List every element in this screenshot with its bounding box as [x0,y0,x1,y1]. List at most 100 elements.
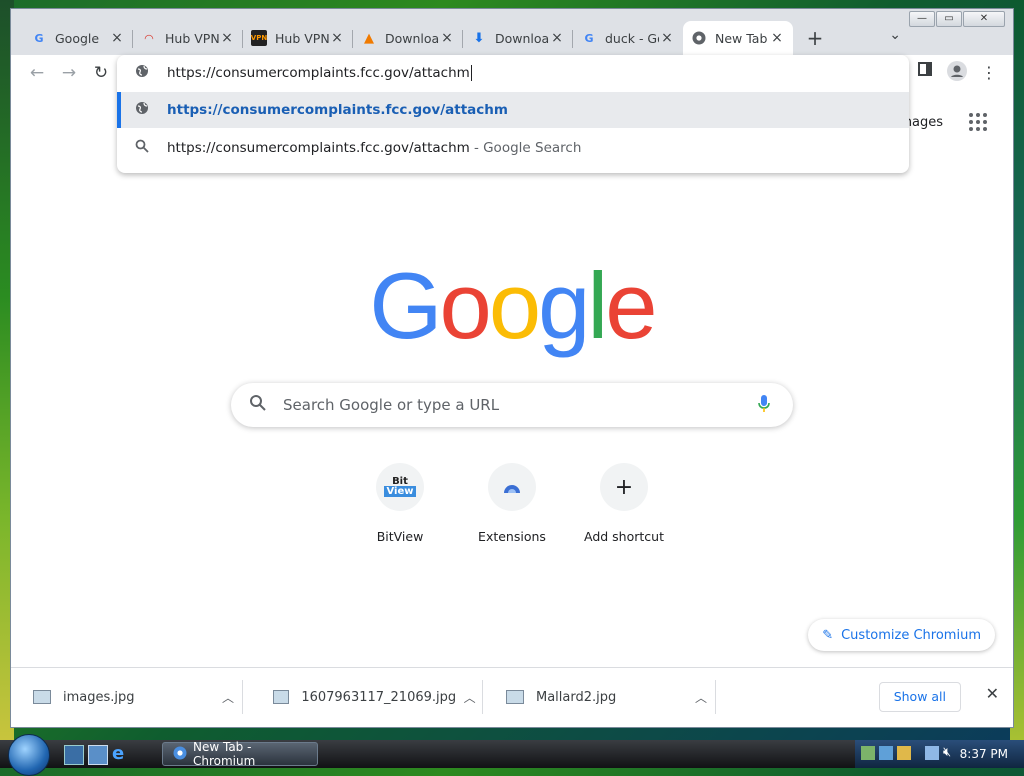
show-all-button[interactable]: Show all [878,682,961,712]
tab-duck[interactable]: G duck - Go × [573,21,683,55]
network-icon[interactable] [925,746,939,760]
separator [482,680,483,714]
globe-icon [117,101,167,119]
clock[interactable]: 8:37 PM [960,747,1008,761]
suggestion-text: https://consumercomplaints.fcc.gov/attac… [167,140,470,156]
customize-label: Customize Chromium [841,627,981,643]
tray-app-icon[interactable] [861,746,875,760]
search-box[interactable]: Search Google or type a URL [231,383,793,427]
taskbar-chromium-button[interactable]: New Tab - Chromium [162,740,318,768]
microphone-icon[interactable] [757,394,771,418]
separator [242,680,243,714]
shortcut-label: Add shortcut [584,529,664,544]
new-tab-button[interactable]: + [801,24,829,52]
google-logo: Google [11,259,1013,353]
tab-title: Hub VPN [275,30,329,46]
tab-strip: G Google × ◠ Hub VPN × VPN Hub VPN × ▲ D… [23,21,829,55]
start-button[interactable] [8,734,50,776]
tab-title: Hub VPN [165,30,219,46]
chevron-up-icon[interactable]: ︿ [686,689,716,706]
close-tab-icon[interactable]: × [659,30,675,46]
download-filename: Mallard2.jpg [536,689,617,705]
vlc-icon: ▲ [364,30,374,46]
chevron-up-icon[interactable]: ︿ [456,689,483,706]
logo-letter: o [488,253,541,358]
window-controls: — ▭ ✕ [909,11,1005,27]
side-panel-icon[interactable] [913,61,937,85]
maximize-button[interactable]: ▭ [936,11,962,27]
profile-avatar[interactable] [945,61,969,85]
show-desktop-icon[interactable] [64,745,84,765]
suggestion-url[interactable]: https://consumercomplaints.fcc.gov/attac… [117,92,909,128]
shortcut-label: Extensions [478,529,546,544]
shortcut-extensions[interactable]: Extensions [462,463,562,544]
tab-search-chevron-icon[interactable]: ⌄ [889,27,901,43]
new-tab-page: Images Google Search Google or type a UR… [11,91,1013,667]
extensions-icon [488,463,536,511]
download-item[interactable]: images.jpg ︿ [11,668,243,726]
tab-hub-vpn[interactable]: ◠ Hub VPN × [133,21,243,55]
suggestion-search[interactable]: https://consumercomplaints.fcc.gov/attac… [117,130,909,166]
taskbar-button-label: New Tab - Chromium [193,740,256,768]
tab-download-vlc[interactable]: ▲ Download × [353,21,463,55]
shortcut-label: BitView [376,529,424,544]
tab-new-tab[interactable]: New Tab × [683,21,793,55]
tab-vpn-hub[interactable]: VPN Hub VPN × [243,21,353,55]
tab-title: Download [495,30,549,46]
close-window-button[interactable]: ✕ [963,11,1005,27]
system-tray: 🔇︎ 8:37 PM [855,740,1024,768]
download-item[interactable]: Mallard2.jpg ︿ [484,668,716,726]
internet-explorer-icon[interactable]: e [112,745,130,763]
search-icon [117,139,167,157]
minimize-button[interactable]: — [909,11,935,27]
switch-windows-icon[interactable] [88,745,108,765]
shortcuts-row: Bit View BitView Extensions + Add shortcu… [11,463,1013,544]
close-tab-icon[interactable]: × [769,30,785,46]
logo-letter: e [605,253,657,358]
suggestion-text: https://consumercomplaints.fcc.gov/attac… [167,102,508,118]
volume-muted-icon[interactable]: 🔇︎ [943,745,951,760]
back-button[interactable]: ← [25,61,49,85]
search-icon [249,394,267,417]
omnibox-input[interactable]: https://consumercomplaints.fcc.gov/attac… [117,55,909,91]
tray-app-icon[interactable] [897,746,911,760]
tab-title: New Tab [715,30,768,46]
apps-grid-icon[interactable] [969,113,987,131]
logo-letter: G [369,253,442,358]
suggestion-suffix: - Google Search [473,140,582,156]
tab-download[interactable]: ⬇ Download × [463,21,573,55]
tab-title: Download [385,30,439,46]
omnibox-dropdown: https://consumercomplaints.fcc.gov/attac… [117,55,909,173]
customize-chromium-button[interactable]: ✎ Customize Chromium [808,619,995,651]
pencil-icon: ✎ [822,627,834,643]
close-tab-icon[interactable]: × [109,30,125,46]
tray-app-icon[interactable] [879,746,893,760]
search-placeholder: Search Google or type a URL [283,396,500,414]
close-tab-icon[interactable]: × [329,30,345,46]
downloads-shelf: images.jpg ︿ 1607963117_21069.jpg ︿ Mall… [11,667,1013,727]
image-file-icon [506,690,524,704]
globe-icon [117,64,167,82]
image-file-icon [273,690,290,704]
chevron-up-icon[interactable]: ︿ [213,689,243,706]
close-tab-icon[interactable]: × [439,30,455,46]
tab-google[interactable]: G Google × [23,21,133,55]
chromium-icon [173,746,187,763]
selection-indicator [117,92,121,128]
forward-button[interactable]: → [57,61,81,85]
download-icon: ⬇ [473,30,485,46]
close-tab-icon[interactable]: × [549,30,565,46]
download-item[interactable]: 1607963117_21069.jpg ︿ [251,668,483,726]
add-shortcut-button[interactable]: + Add shortcut [574,463,674,544]
menu-kebab-icon[interactable]: ⋮ [977,61,1001,85]
close-shelf-icon[interactable]: ✕ [986,684,999,703]
tab-title: duck - Go [605,30,659,46]
logo-letter: l [587,253,608,358]
shortcut-bitview[interactable]: Bit View BitView [350,463,450,544]
close-tab-icon[interactable]: × [219,30,235,46]
omnibox-text: https://consumercomplaints.fcc.gov/attac… [167,65,470,81]
reload-button[interactable]: ↻ [89,61,113,85]
plus-icon: + [600,463,648,511]
logo-letter: o [439,253,492,358]
title-bar: — ▭ ✕ G Google × ◠ Hub VPN × VPN Hub VPN… [11,9,1013,55]
